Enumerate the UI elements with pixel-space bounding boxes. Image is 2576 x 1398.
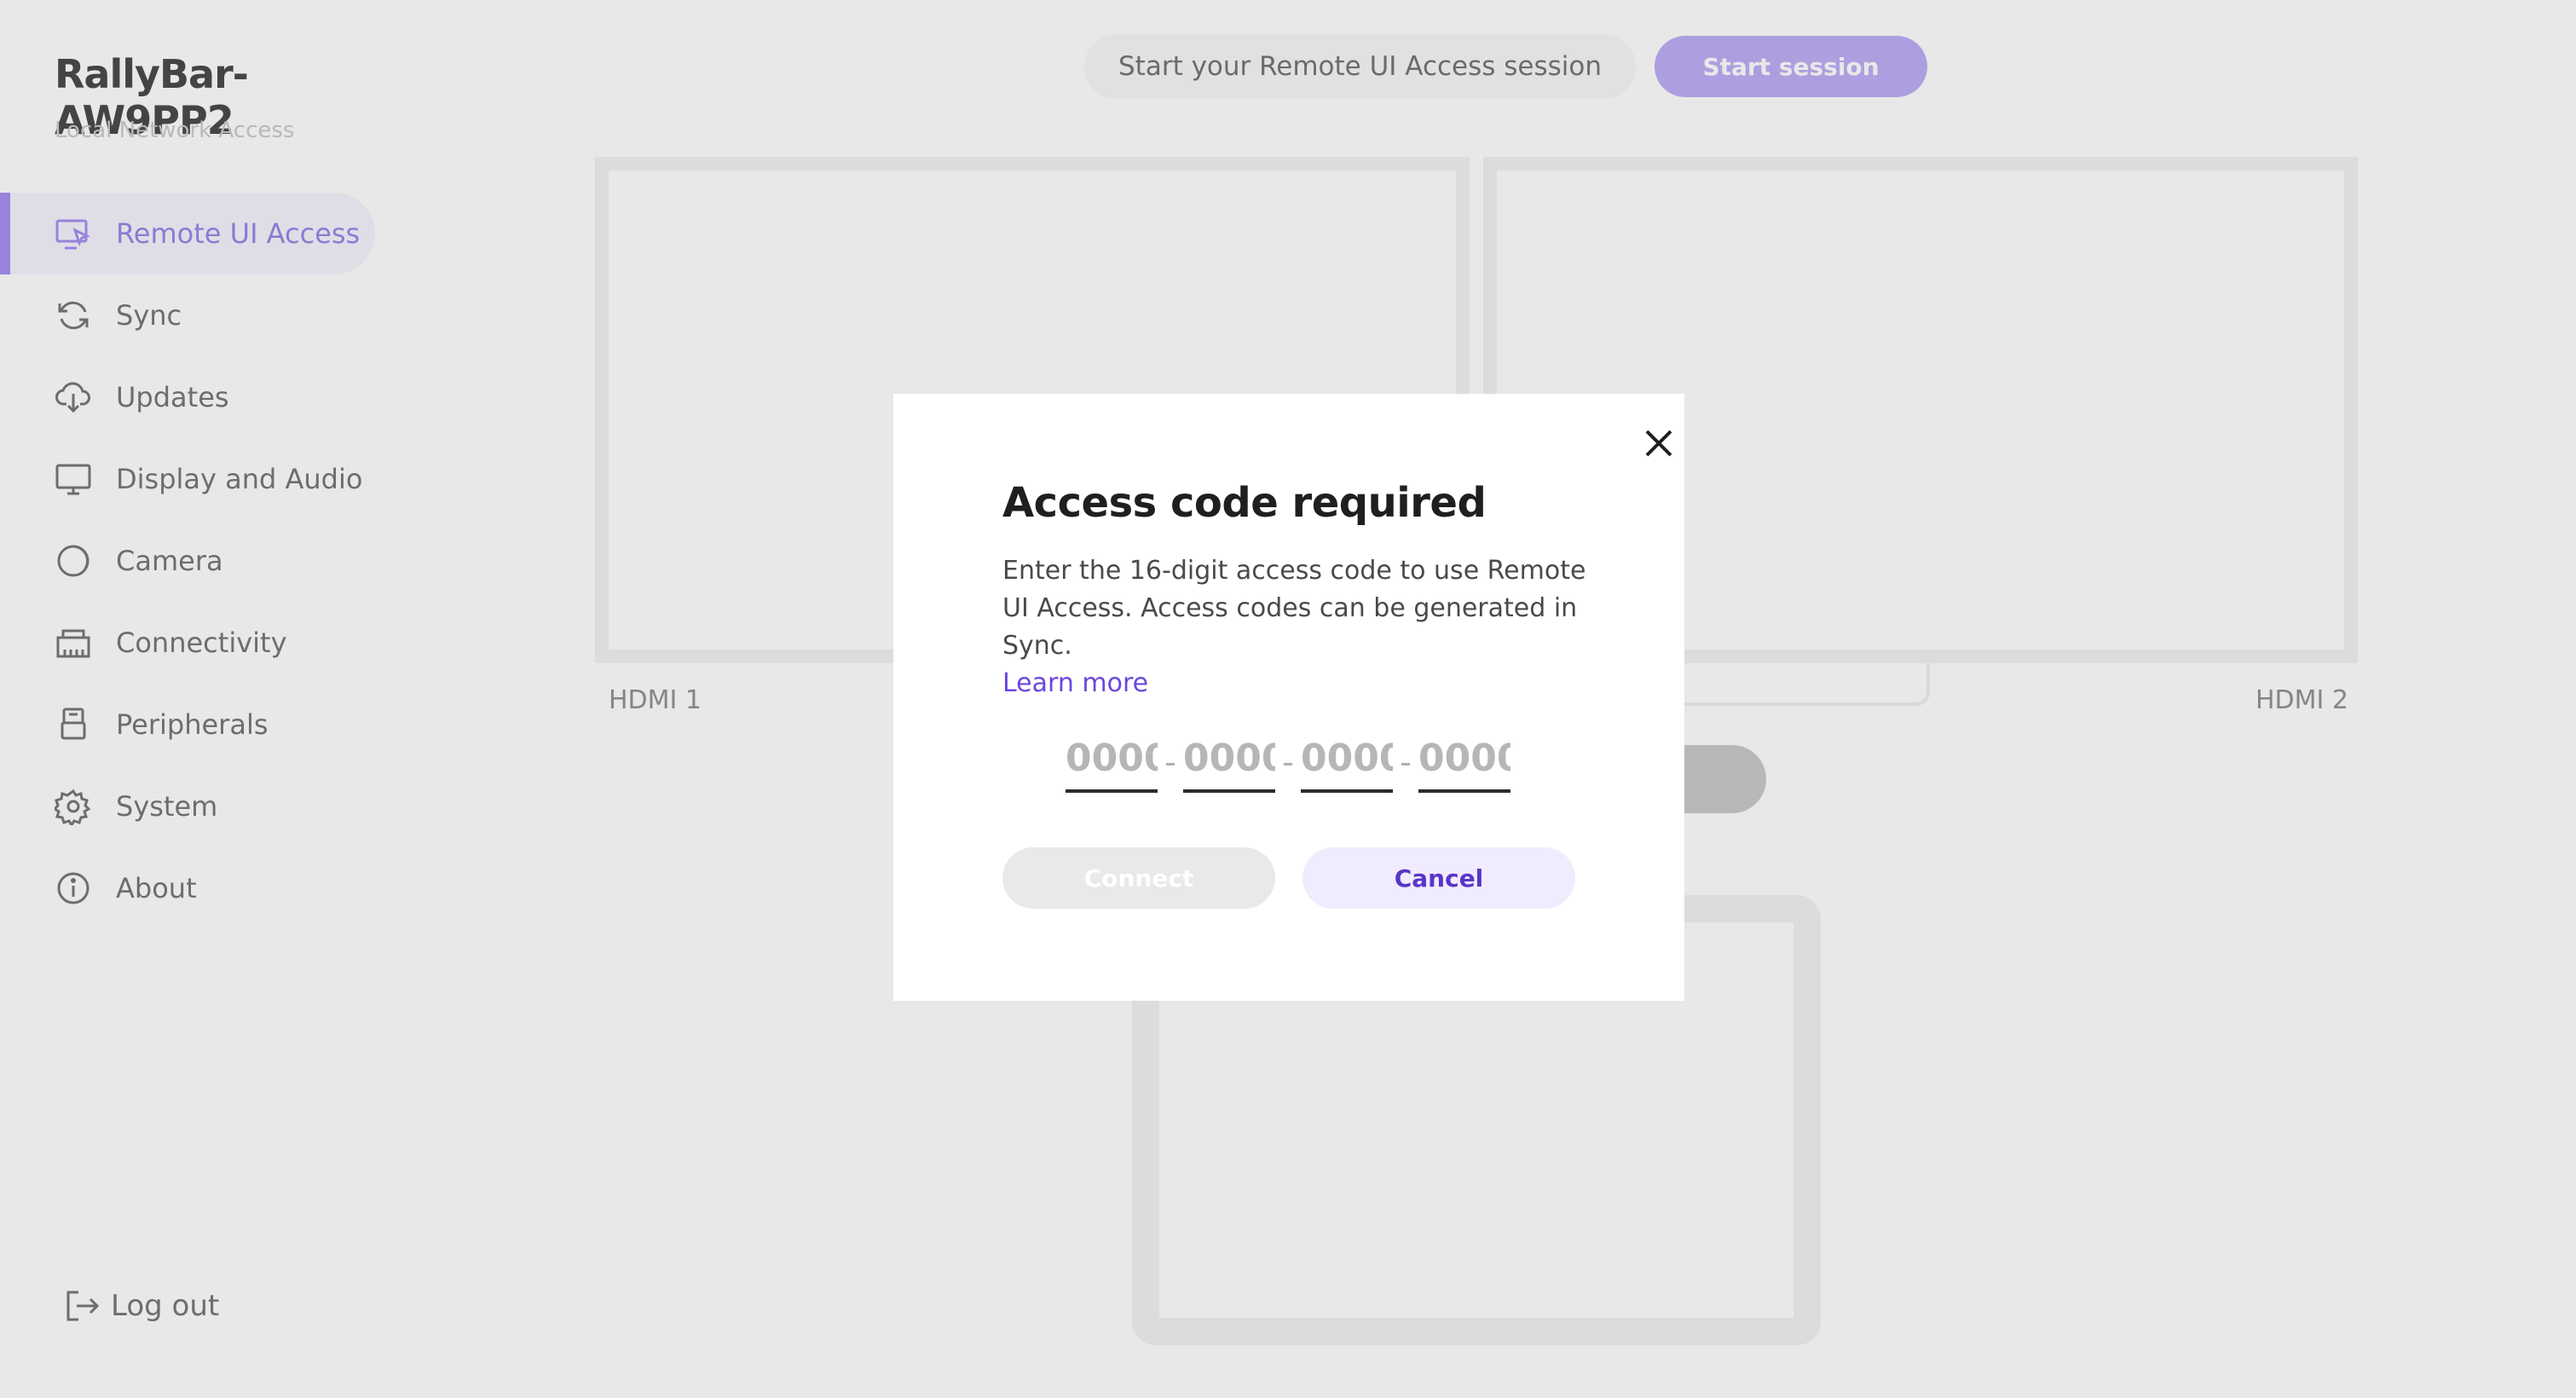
access-code-field-3[interactable]: [1301, 726, 1393, 793]
cancel-button[interactable]: Cancel: [1302, 847, 1575, 909]
dialog-body-text: Enter the 16-digit access code to use Re…: [1002, 556, 1586, 661]
learn-more-link[interactable]: Learn more: [1002, 665, 1599, 702]
code-separator: -: [1164, 743, 1176, 781]
dialog-title: Access code required: [1002, 479, 1487, 527]
connect-button[interactable]: Connect: [1002, 847, 1275, 909]
close-icon[interactable]: [1638, 423, 1679, 464]
access-code-field-2[interactable]: [1183, 726, 1275, 793]
code-separator: -: [1282, 743, 1294, 781]
dialog-description: Enter the 16-digit access code to use Re…: [1002, 552, 1599, 702]
access-code-inputs: - - -: [1066, 726, 1510, 793]
access-code-dialog: Access code required Enter the 16-digit …: [893, 394, 1684, 1001]
access-code-field-4[interactable]: [1418, 726, 1510, 793]
code-separator: -: [1400, 743, 1412, 781]
access-code-field-1[interactable]: [1066, 726, 1158, 793]
